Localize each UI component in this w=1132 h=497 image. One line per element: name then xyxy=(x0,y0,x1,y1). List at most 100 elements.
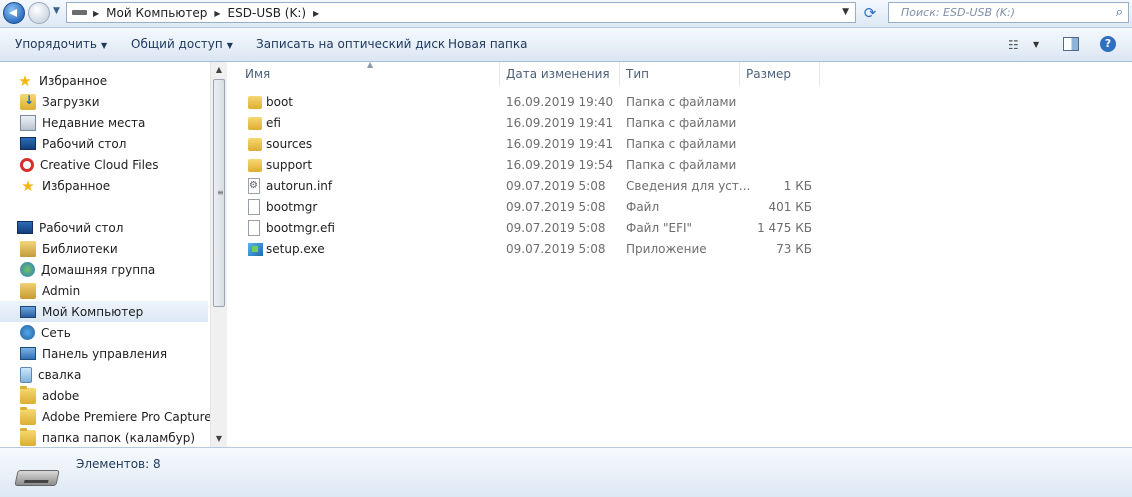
back-button[interactable] xyxy=(3,2,25,24)
chevron-down-icon[interactable]: ▼ xyxy=(1033,40,1039,49)
breadcrumb-computer[interactable]: Мой Компьютер xyxy=(106,6,207,20)
breadcrumb-drive[interactable]: ESD-USB (K:) xyxy=(228,6,307,20)
nav-item-control-panel[interactable]: Панель управления xyxy=(20,343,210,364)
file-type: Приложение xyxy=(626,242,707,256)
folder-icon xyxy=(20,406,36,425)
nav-item-desktop-root[interactable]: Рабочий стол xyxy=(17,217,207,238)
file-row-sources[interactable]: sources 16.09.2019 19:41 Папка с файлами xyxy=(228,134,828,155)
user-folder-icon xyxy=(20,282,36,299)
nav-item-network[interactable]: Сеть xyxy=(20,322,210,343)
file-size: 401 КБ xyxy=(768,200,812,214)
file-icon xyxy=(248,199,260,215)
file-date: 16.09.2019 19:41 xyxy=(506,116,614,130)
folder-icon xyxy=(248,117,262,130)
file-row-bootmgr-efi[interactable]: bootmgr.efi 09.07.2019 5:08 Файл "EFI" 1… xyxy=(228,218,828,239)
chevron-right-icon[interactable]: ▶ xyxy=(93,9,99,18)
column-header-type[interactable]: Тип xyxy=(626,67,649,81)
usb-drive-icon xyxy=(14,470,60,486)
nav-item-label: папка папок (каламбур) xyxy=(42,430,196,445)
nav-item-favorites[interactable]: ★ Избранное xyxy=(17,70,207,91)
file-row-setup[interactable]: setup.exe 09.07.2019 5:08 Приложение 73 … xyxy=(228,239,828,260)
file-type: Сведения для уст... xyxy=(626,179,751,193)
column-header-row: ▲ Имя Дата изменения Тип Размер xyxy=(228,60,1132,86)
nav-item-admin[interactable]: Admin xyxy=(20,280,210,301)
nav-item-homegroup[interactable]: Домашняя группа xyxy=(20,259,210,280)
scroll-down-icon[interactable]: ▼ xyxy=(211,431,227,447)
forward-button[interactable] xyxy=(28,2,50,24)
change-view-icon[interactable]: ☷ xyxy=(1008,38,1019,52)
sort-ascending-icon: ▲ xyxy=(367,60,374,69)
scrollbar-thumb[interactable]: ≡ xyxy=(213,79,225,307)
file-row-boot[interactable]: boot 16.09.2019 19:40 Папка с файлами xyxy=(228,92,828,113)
address-bar: ▼ ▶ Мой Компьютер ▶ ESD-USB (K:) ▶ ▼ ⟳ ⌕ xyxy=(0,0,1132,28)
folder-icon xyxy=(248,159,262,172)
file-size: 1 475 КБ xyxy=(757,221,812,235)
computer-icon xyxy=(20,305,36,318)
nav-item-premiere-captured[interactable]: Adobe Premiere Pro Captured xyxy=(20,406,219,427)
share-label: Общий доступ xyxy=(131,37,223,51)
column-header-date[interactable]: Дата изменения xyxy=(506,67,610,81)
file-name: bootmgr xyxy=(266,200,318,214)
nav-item-favorites-2[interactable]: ★ Избранное xyxy=(20,175,210,196)
nav-item-libraries[interactable]: Библиотеки xyxy=(20,238,210,259)
file-name: sources xyxy=(266,137,313,151)
new-folder-button[interactable]: Новая папка xyxy=(448,37,527,51)
chevron-right-icon[interactable]: ▶ xyxy=(313,9,319,18)
help-icon[interactable]: ? xyxy=(1100,36,1116,52)
nav-item-label: Сеть xyxy=(41,325,71,340)
homegroup-icon xyxy=(20,262,35,277)
preview-pane-icon[interactable] xyxy=(1063,37,1079,51)
nav-item-label: Admin xyxy=(42,283,81,298)
nav-item-label: Недавние места xyxy=(42,115,146,130)
nav-item-desktop[interactable]: Рабочий стол xyxy=(20,133,210,154)
file-type: Папка с файлами xyxy=(626,137,737,151)
chevron-right-icon[interactable]: ▶ xyxy=(214,9,220,18)
nav-item-adobe[interactable]: adobe xyxy=(20,385,210,406)
nav-item-folder-of-folders[interactable]: папка папок (каламбур) xyxy=(20,427,210,447)
history-dropdown-icon[interactable]: ▼ xyxy=(53,6,60,16)
nav-item-label: Избранное xyxy=(42,178,111,193)
command-bar: Упорядочить ▼ Общий доступ ▼ Записать на о… xyxy=(0,28,1132,62)
column-header-size[interactable]: Размер xyxy=(746,67,791,81)
star-icon: ★ xyxy=(21,176,35,195)
file-list: ▲ Имя Дата изменения Тип Размер boot 16.… xyxy=(228,60,1132,447)
refresh-icon[interactable]: ⟳ xyxy=(859,3,881,23)
file-date: 09.07.2019 5:08 xyxy=(506,200,606,214)
nav-item-label: Библиотеки xyxy=(42,241,118,256)
nav-item-creative-cloud[interactable]: Creative Cloud Files xyxy=(20,154,210,175)
items-count: Элементов: 8 xyxy=(76,457,161,471)
file-row-support[interactable]: support 16.09.2019 19:54 Папка с файлами xyxy=(228,155,828,176)
recycle-bin-icon xyxy=(20,366,32,383)
path-dropdown-icon[interactable]: ▼ xyxy=(842,7,849,17)
nav-item-downloads[interactable]: Загрузки xyxy=(20,91,210,112)
grip-icon: ≡ xyxy=(217,188,224,197)
nav-item-label: Creative Cloud Files xyxy=(40,157,159,172)
file-date: 16.09.2019 19:40 xyxy=(506,95,614,109)
nav-item-recent-places[interactable]: Недавние места xyxy=(20,112,210,133)
organize-button[interactable]: Упорядочить ▼ xyxy=(15,37,107,51)
column-divider[interactable] xyxy=(739,62,740,86)
file-row-efi[interactable]: efi 16.09.2019 19:41 Папка с файлами xyxy=(228,113,828,134)
creative-cloud-icon xyxy=(20,157,34,172)
column-header-name[interactable]: Имя xyxy=(245,67,270,81)
file-row-bootmgr[interactable]: bootmgr 09.07.2019 5:08 Файл 401 КБ xyxy=(228,197,828,218)
file-date: 16.09.2019 19:41 xyxy=(506,137,614,151)
file-name: efi xyxy=(266,116,281,130)
file-row-autorun[interactable]: autorun.inf 09.07.2019 5:08 Сведения для… xyxy=(228,176,828,197)
search-icon[interactable]: ⌕ xyxy=(1116,5,1123,20)
column-divider[interactable] xyxy=(819,62,820,86)
breadcrumb: ▶ Мой Компьютер ▶ ESD-USB (K:) ▶ xyxy=(93,6,319,20)
path-box[interactable]: ▶ Мой Компьютер ▶ ESD-USB (K:) ▶ ▼ xyxy=(66,2,856,23)
file-type: Файл "EFI" xyxy=(626,221,693,235)
share-button[interactable]: Общий доступ ▼ xyxy=(131,37,233,51)
column-divider[interactable] xyxy=(499,62,500,86)
nav-scrollbar[interactable]: ▲ ≡ ▼ xyxy=(210,62,227,447)
search-input[interactable] xyxy=(899,5,1103,20)
scroll-up-icon[interactable]: ▲ xyxy=(211,62,227,78)
nav-item-recycle-bin[interactable]: свалка xyxy=(20,364,210,385)
column-divider[interactable] xyxy=(619,62,620,86)
nav-item-computer[interactable]: Мой Компьютер xyxy=(0,301,208,322)
burn-disc-button[interactable]: Записать на оптический диск xyxy=(256,37,445,51)
navigation-pane: ★ Избранное Загрузки Недавние места Рабо… xyxy=(0,62,227,447)
nav-item-label: Загрузки xyxy=(42,94,100,109)
